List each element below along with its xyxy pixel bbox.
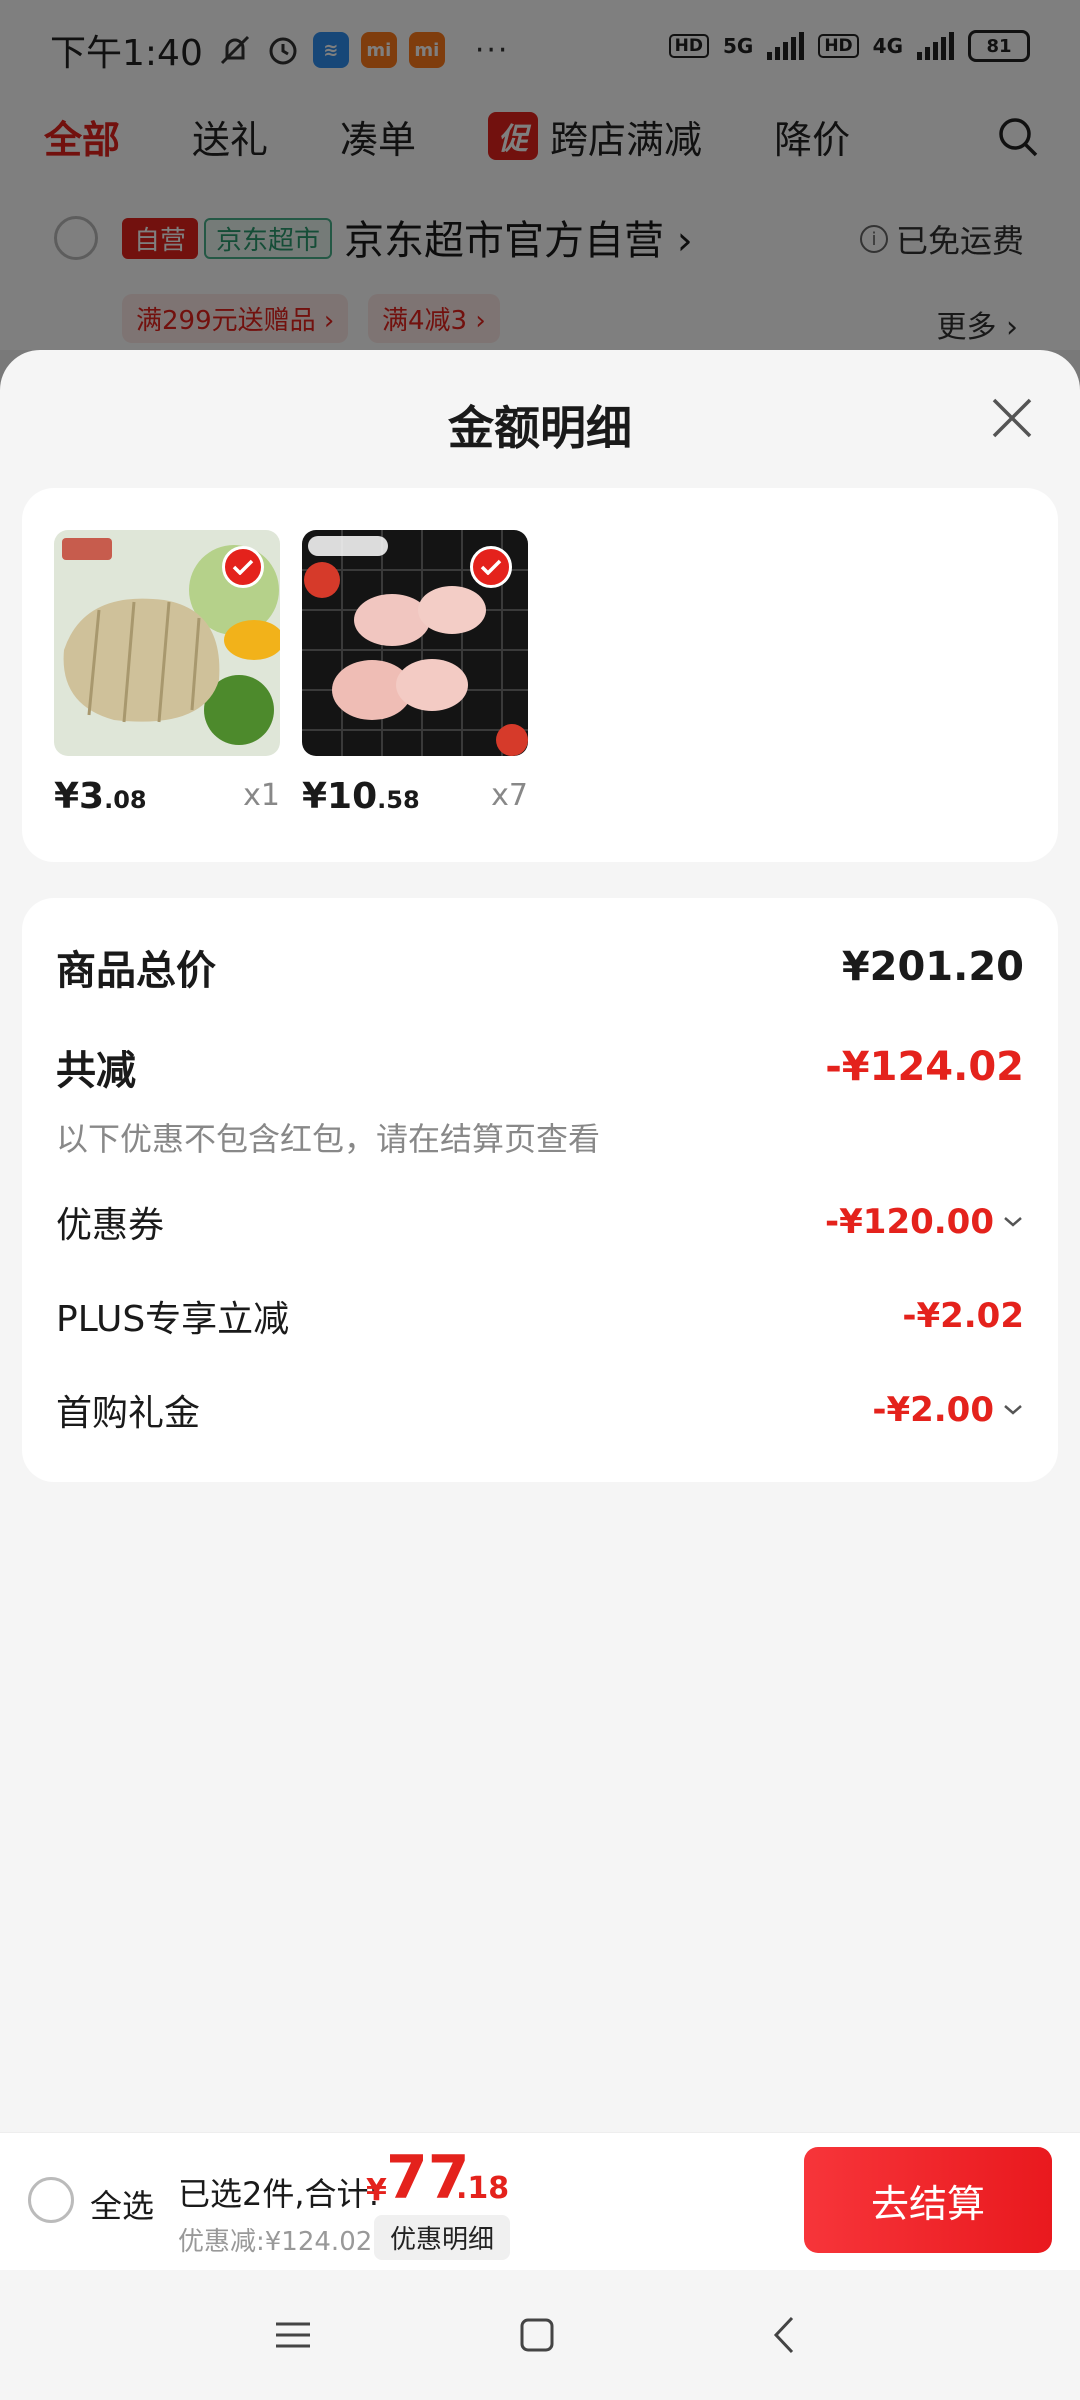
selected-check-icon <box>470 546 512 588</box>
product-quantity: x7 <box>491 778 528 813</box>
select-all-radio[interactable] <box>28 2177 74 2223</box>
checkout-button[interactable]: 去结算 <box>804 2147 1052 2253</box>
chevron-down-icon <box>1004 1405 1022 1415</box>
total-discount-row: 共减 -¥124.02 <box>56 1038 1024 1096</box>
product-quantity: x1 <box>243 778 280 813</box>
amount-detail-sheet: 金额明细 ¥3.08 x1 ¥10.58 x7 商品总价 ¥201.20 共减 … <box>0 350 1080 2400</box>
product-price: ¥10.58 <box>302 776 420 817</box>
system-nav-bar <box>0 2270 1080 2400</box>
price-decimal: .08 <box>104 786 147 814</box>
total-amount-decimal: .18 <box>456 2171 510 2206</box>
total-price-row: 商品总价 ¥201.20 <box>56 938 1024 996</box>
first-purchase-gift-label: 首购礼金 <box>56 1393 201 1434</box>
menu-icon[interactable] <box>270 2312 316 2358</box>
back-icon[interactable] <box>762 2312 808 2358</box>
price-decimal: .58 <box>377 786 420 814</box>
discount-hint: 以下优惠不包含红包，请在结算页查看 <box>56 1120 601 1158</box>
product-price: ¥3.08 <box>54 776 147 817</box>
select-all-label[interactable]: 全选 <box>90 2181 154 2227</box>
checkout-bar: 全选 已选2件,合计: ¥ 77 .18 优惠减:¥124.02 优惠明细 去结… <box>0 2132 1080 2270</box>
price-summary-card: 商品总价 ¥201.20 共减 -¥124.02 以下优惠不包含红包，请在结算页… <box>22 898 1058 1482</box>
coupon-amount: -¥120.00 <box>825 1202 994 1242</box>
coupon-row[interactable]: 优惠券 -¥120.00 <box>56 1196 1024 1248</box>
first-purchase-gift-row[interactable]: 首购礼金 -¥2.00 <box>56 1384 1024 1436</box>
total-currency: ¥ <box>366 2173 387 2208</box>
product-item[interactable]: ¥3.08 x1 <box>54 530 280 817</box>
plus-discount-label: PLUS专享立减 <box>56 1299 290 1340</box>
total-price-label: 商品总价 <box>56 948 216 994</box>
total-price-value: ¥201.20 <box>841 944 1024 990</box>
coupon-label: 优惠券 <box>56 1205 165 1246</box>
discount-detail-button[interactable]: 优惠明细 <box>374 2215 511 2260</box>
total-discount-label: 共减 <box>56 1048 136 1094</box>
first-purchase-gift-value: -¥2.00 <box>872 1390 1024 1430</box>
price-integer: ¥10 <box>302 776 378 817</box>
selected-check-icon <box>222 546 264 588</box>
chevron-down-icon <box>1004 1217 1022 1227</box>
close-icon[interactable] <box>988 394 1036 442</box>
product-image-chicken-breast <box>54 530 280 756</box>
home-icon[interactable] <box>514 2312 560 2358</box>
selected-count-text: 已选2件,合计: <box>178 2175 380 2213</box>
discount-summary: 优惠减:¥124.02 <box>178 2227 373 2257</box>
price-integer: ¥3 <box>54 776 105 817</box>
product-item[interactable]: ¥10.58 x7 <box>302 530 528 817</box>
plus-discount-value: -¥2.02 <box>902 1296 1024 1336</box>
first-purchase-gift-amount: -¥2.00 <box>872 1390 994 1430</box>
product-thumbnails-card: ¥3.08 x1 ¥10.58 x7 <box>22 488 1058 862</box>
product-image-chicken-wings <box>302 530 528 756</box>
sheet-title: 金额明细 <box>448 401 632 455</box>
total-discount-value: -¥124.02 <box>825 1044 1024 1090</box>
coupon-value: -¥120.00 <box>825 1202 1024 1242</box>
plus-discount-row: PLUS专享立减 -¥2.02 <box>56 1290 1024 1342</box>
